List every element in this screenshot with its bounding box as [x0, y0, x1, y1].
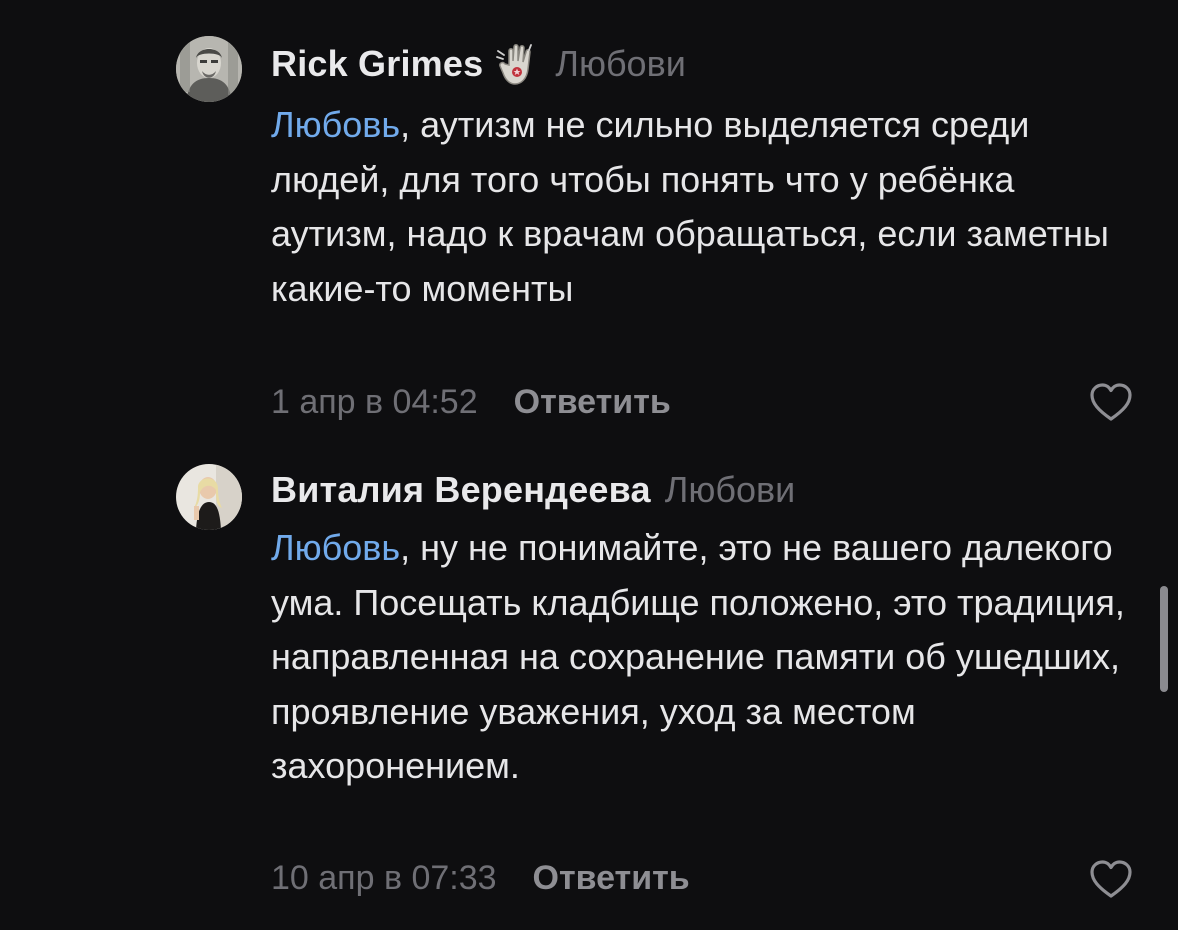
reply-to-name[interactable]: Любови — [665, 469, 796, 511]
scrollbar[interactable] — [1160, 586, 1168, 692]
mention-link[interactable]: Любовь — [271, 104, 400, 145]
author-name[interactable]: Rick Grimes — [271, 43, 483, 85]
avatar[interactable] — [176, 36, 242, 102]
comment-meta: 10 апр в 07:33 Ответить — [271, 856, 690, 900]
comment-text: Любовь, аутизм не сильно выделяется сред… — [271, 98, 1141, 316]
comment-header: Rick Grimes Любови — [271, 42, 686, 86]
reply-to-name[interactable]: Любови — [555, 43, 686, 85]
reply-button[interactable]: Ответить — [533, 859, 690, 898]
comment-header: Виталия Верендеева Любови — [271, 468, 795, 512]
comment-date: 10 апр в 07:33 — [271, 858, 497, 897]
author-name[interactable]: Виталия Верендеева — [271, 469, 651, 511]
mention-link[interactable]: Любовь — [271, 527, 400, 568]
like-heart-icon[interactable] — [1088, 381, 1134, 423]
comment-body: , ну не понимайте, это не вашего далеког… — [271, 527, 1125, 786]
comment-meta: 1 апр в 04:52 Ответить — [271, 380, 671, 424]
avatar[interactable] — [176, 464, 242, 530]
comment-date: 1 апр в 04:52 — [271, 382, 478, 421]
like-heart-icon[interactable] — [1088, 858, 1134, 900]
comment-text: Любовь, ну не понимайте, это не вашего д… — [271, 521, 1141, 794]
reply-button[interactable]: Ответить — [514, 383, 671, 422]
raised-hand-emoji-icon — [495, 41, 541, 87]
